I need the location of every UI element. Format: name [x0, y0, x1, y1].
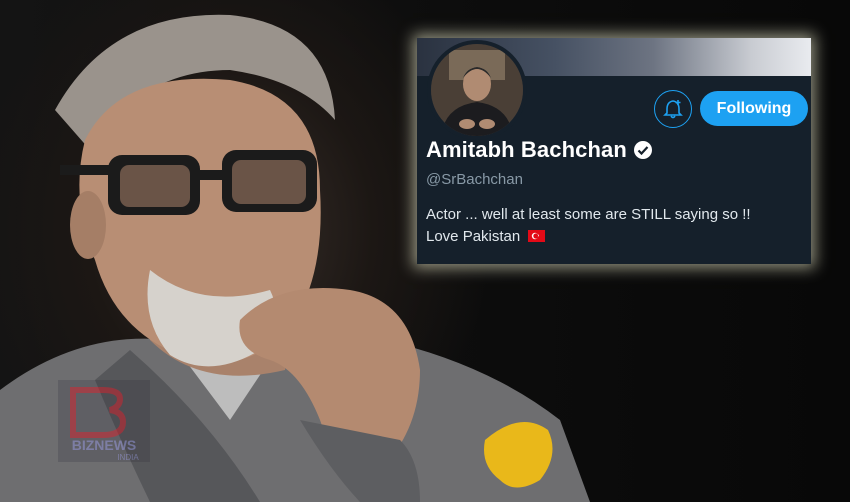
- twitter-profile-card: Following Amitabh Bachchan @SrBachchan A…: [417, 38, 811, 264]
- following-button[interactable]: Following: [700, 91, 808, 126]
- name-row: Amitabh Bachchan: [426, 137, 653, 163]
- user-handle[interactable]: @SrBachchan: [426, 171, 523, 188]
- bio-line-2: Love Pakistan: [426, 228, 521, 245]
- avatar[interactable]: [427, 40, 527, 140]
- svg-text:INDIA: INDIA: [117, 453, 139, 462]
- bio-line-2-wrap: Love Pakistan: [426, 226, 806, 248]
- biznews-watermark-logo: BIZNEWS INDIA: [58, 380, 150, 462]
- bio-line-1: Actor ... well at least some are STILL s…: [426, 206, 751, 223]
- notifications-button[interactable]: [654, 90, 692, 128]
- verified-badge-icon: [633, 141, 652, 159]
- display-name[interactable]: Amitabh Bachchan: [426, 137, 627, 163]
- bell-plus-icon: [663, 100, 683, 119]
- svg-text:BIZNEWS: BIZNEWS: [72, 437, 137, 453]
- profile-bio: Actor ... well at least some are STILL s…: [426, 204, 806, 248]
- turkey-flag-icon: [528, 230, 546, 242]
- avatar-image: [431, 44, 523, 136]
